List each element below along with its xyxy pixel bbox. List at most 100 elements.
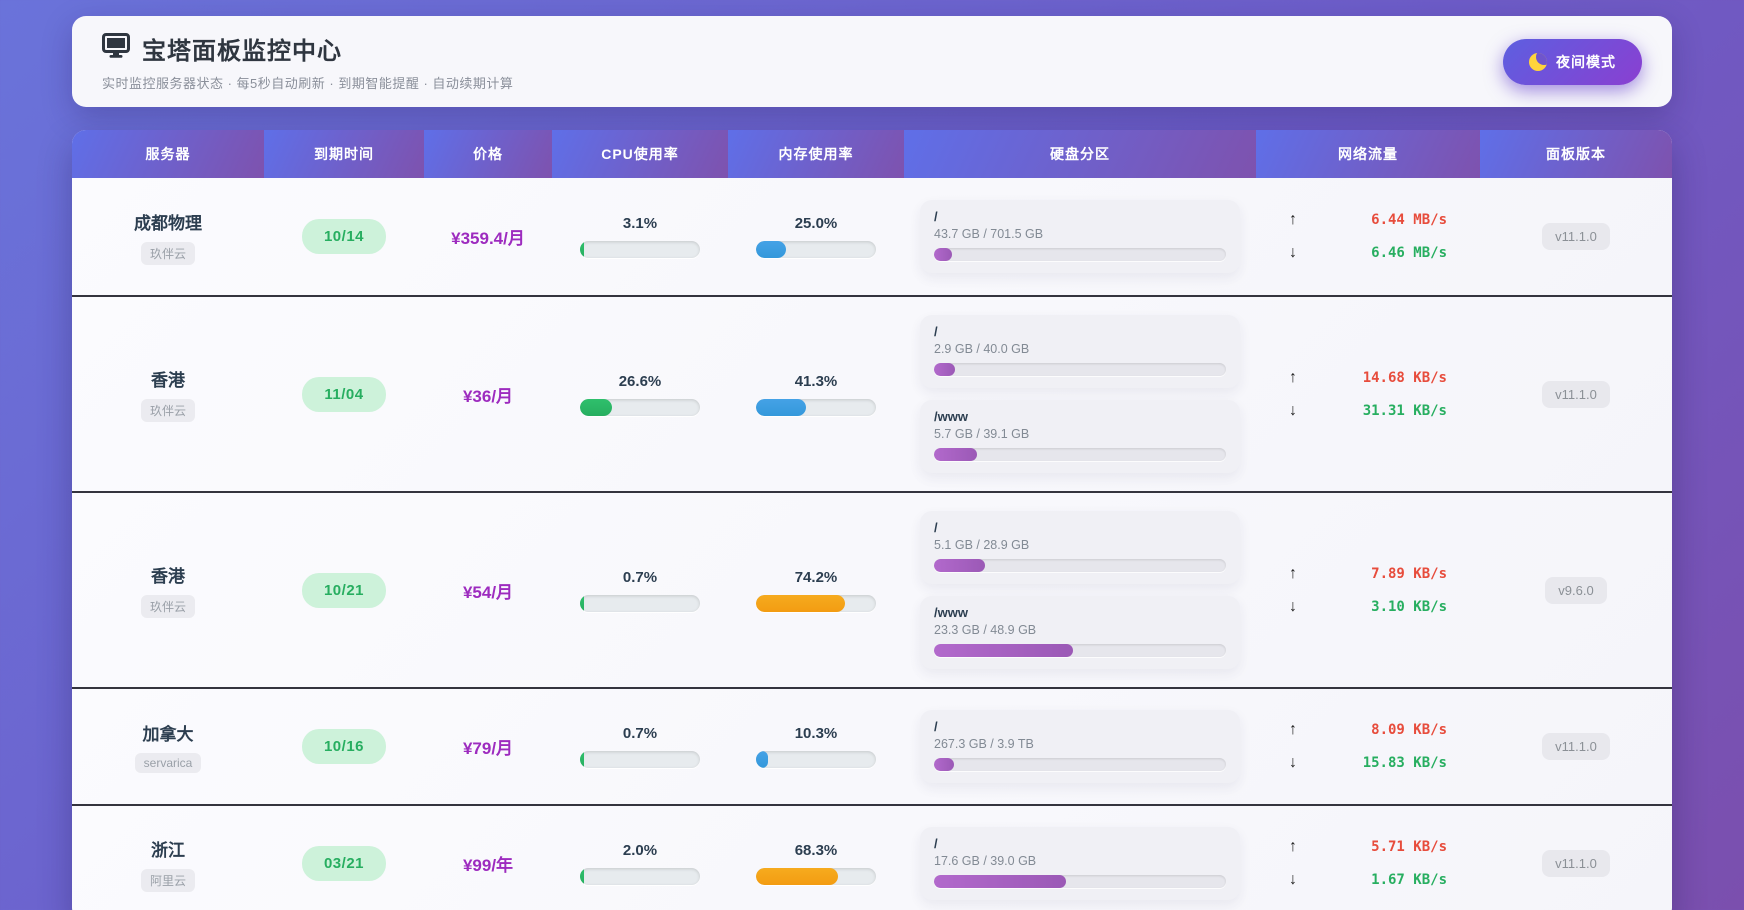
cpu-percent-label: 0.7%: [622, 725, 658, 742]
server-name: 成都物理: [134, 213, 202, 233]
download-speed: 3.10 KB/s: [1371, 598, 1447, 615]
price-cell: ¥79/月: [463, 734, 513, 759]
column-header: 到期时间: [264, 130, 424, 178]
cpu-cell: 0.7%: [580, 569, 700, 612]
upload-speed: 14.68 KB/s: [1362, 369, 1447, 386]
server-cell: 加拿大 servarica: [134, 720, 202, 773]
disk-usage-text: 43.7 GB / 701.5 GB: [934, 227, 1044, 241]
disk-cell: / 17.6 GB / 39.0 GB: [904, 827, 1256, 900]
disk-mount-point: /www: [934, 605, 968, 620]
price-text: ¥54/月: [462, 582, 514, 602]
network-cell: ↑ 7.89 KB/s ↓ 3.10 KB/s: [1289, 565, 1447, 616]
price-cell: ¥99/年: [463, 851, 513, 876]
memory-bar-fill: [756, 868, 838, 885]
cpu-bar-track: [580, 751, 700, 768]
upload-arrow-icon: ↑: [1289, 721, 1297, 738]
server-table-body: 成都物理 玖伴云 10/14 ¥359.4/月 3.1% 25.0% / 43.…: [72, 178, 1672, 910]
memory-bar-fill: [756, 241, 786, 258]
memory-bar-track: [756, 241, 876, 258]
version-badge: v11.1.0: [1542, 380, 1610, 408]
memory-bar-fill: [756, 398, 806, 416]
cpu-bar-track: [580, 594, 700, 612]
disk-mount-point: /: [934, 520, 938, 535]
expiry-cell: 10/14: [301, 219, 387, 254]
upload-speed: 6.44 MB/s: [1371, 212, 1447, 228]
version-badge: v11.1.0: [1542, 733, 1610, 760]
download-speed: 31.31 KB/s: [1362, 402, 1447, 419]
memory-bar-fill: [756, 594, 846, 612]
column-header: 内存使用率: [728, 130, 904, 178]
monitor-icon: [102, 33, 130, 64]
night-mode-button[interactable]: 夜间模式: [1503, 38, 1642, 85]
server-cell: 浙江 阿里云: [140, 836, 195, 892]
download-arrow-icon: ↓: [1289, 244, 1297, 261]
disk-bar-track: [934, 363, 1226, 376]
cpu-bar-fill: [580, 868, 584, 885]
moon-icon: [1529, 52, 1547, 71]
version-badge: v11.1.0: [1542, 850, 1610, 877]
disk-partition-card: / 17.6 GB / 39.0 GB: [920, 827, 1240, 900]
provider-tag: 玖伴云: [140, 595, 195, 618]
cpu-bar-fill: [580, 398, 612, 416]
cpu-bar-fill: [580, 751, 584, 768]
header-left: 宝塔面板监控中心 实时监控服务器状态 · 每5秒自动刷新 · 到期智能提醒 · …: [102, 31, 513, 92]
disk-bar-fill: [934, 875, 1066, 888]
header-card: 宝塔面板监控中心 实时监控服务器状态 · 每5秒自动刷新 · 到期智能提醒 · …: [72, 16, 1672, 107]
column-header: 价格: [424, 130, 552, 178]
expiry-cell: 03/21: [301, 846, 387, 881]
price-cell: ¥54/月: [463, 578, 513, 603]
disk-bar-fill: [934, 758, 954, 771]
download-arrow-icon: ↓: [1289, 754, 1297, 771]
provider-tag: 玖伴云: [140, 399, 195, 422]
server-cell: 香港 玖伴云: [140, 562, 195, 618]
disk-partition-card: / 43.7 GB / 701.5 GB: [920, 200, 1240, 273]
expiry-cell: 10/16: [301, 729, 387, 764]
table-row: 香港 玖伴云 10/21 ¥54/月 0.7% 74.2% / 5.1 GB /…: [72, 491, 1672, 687]
disk-partition-card: / 267.3 GB / 3.9 TB: [920, 710, 1240, 783]
disk-bar-fill: [934, 644, 1073, 657]
download-line: ↓ 15.83 KB/s: [1289, 754, 1447, 772]
price-text: ¥36/月: [462, 386, 514, 406]
disk-usage-text: 5.1 GB / 28.9 GB: [934, 538, 1030, 552]
expiry-badge: 10/16: [301, 729, 387, 764]
table-row: 香港 玖伴云 11/04 ¥36/月 26.6% 41.3% / 2.9 GB …: [72, 295, 1672, 491]
memory-percent-label: 68.3%: [794, 842, 838, 859]
table-row: 加拿大 servarica 10/16 ¥79/月 0.7% 10.3% / 2…: [72, 687, 1672, 804]
download-line: ↓ 1.67 KB/s: [1289, 871, 1447, 889]
download-arrow-icon: ↓: [1289, 597, 1297, 615]
disk-usage-text: 267.3 GB / 3.9 TB: [934, 737, 1034, 751]
upload-line: ↑ 5.71 KB/s: [1289, 838, 1447, 856]
memory-bar-track: [756, 398, 876, 416]
column-header: 硬盘分区: [904, 130, 1256, 178]
memory-cell: 74.2%: [756, 569, 876, 612]
column-header: 面板版本: [1480, 130, 1672, 178]
price-text: ¥79/月: [462, 739, 514, 758]
download-speed: 6.46 MB/s: [1371, 245, 1447, 261]
table-header-row: 服务器 到期时间 价格 CPU使用率 内存使用率 硬盘分区 网络流量 面板版本: [72, 130, 1672, 178]
network-cell: ↑ 5.71 KB/s ↓ 1.67 KB/s: [1289, 838, 1447, 889]
page-shell: 宝塔面板监控中心 实时监控服务器状态 · 每5秒自动刷新 · 到期智能提醒 · …: [72, 16, 1672, 910]
column-header: CPU使用率: [552, 130, 728, 178]
memory-percent-label: 25.0%: [794, 215, 838, 232]
column-header: 服务器: [72, 130, 264, 178]
version-cell: v9.6.0: [1545, 576, 1607, 604]
disk-bar-track: [934, 559, 1226, 572]
price-text: ¥99/年: [462, 856, 514, 875]
provider-tag: servarica: [134, 753, 202, 773]
disk-usage-text: 2.9 GB / 40.0 GB: [934, 342, 1030, 356]
upload-arrow-icon: ↑: [1289, 564, 1297, 582]
night-mode-label: 夜间模式: [1556, 53, 1616, 70]
memory-bar-track: [756, 751, 876, 768]
disk-mount-point: /: [934, 719, 938, 734]
column-header: 网络流量: [1256, 130, 1480, 178]
network-cell: ↑ 8.09 KB/s ↓ 15.83 KB/s: [1289, 721, 1447, 772]
upload-speed: 5.71 KB/s: [1371, 839, 1447, 855]
upload-line: ↑ 14.68 KB/s: [1289, 369, 1447, 387]
cpu-cell: 26.6%: [580, 373, 700, 416]
memory-cell: 25.0%: [756, 215, 876, 258]
version-cell: v11.1.0: [1542, 733, 1610, 760]
page-title: 宝塔面板监控中心: [142, 38, 342, 65]
cpu-percent-label: 0.7%: [622, 568, 658, 586]
network-cell: ↑ 14.68 KB/s ↓ 31.31 KB/s: [1289, 369, 1447, 420]
price-cell: ¥359.4/月: [451, 224, 525, 249]
